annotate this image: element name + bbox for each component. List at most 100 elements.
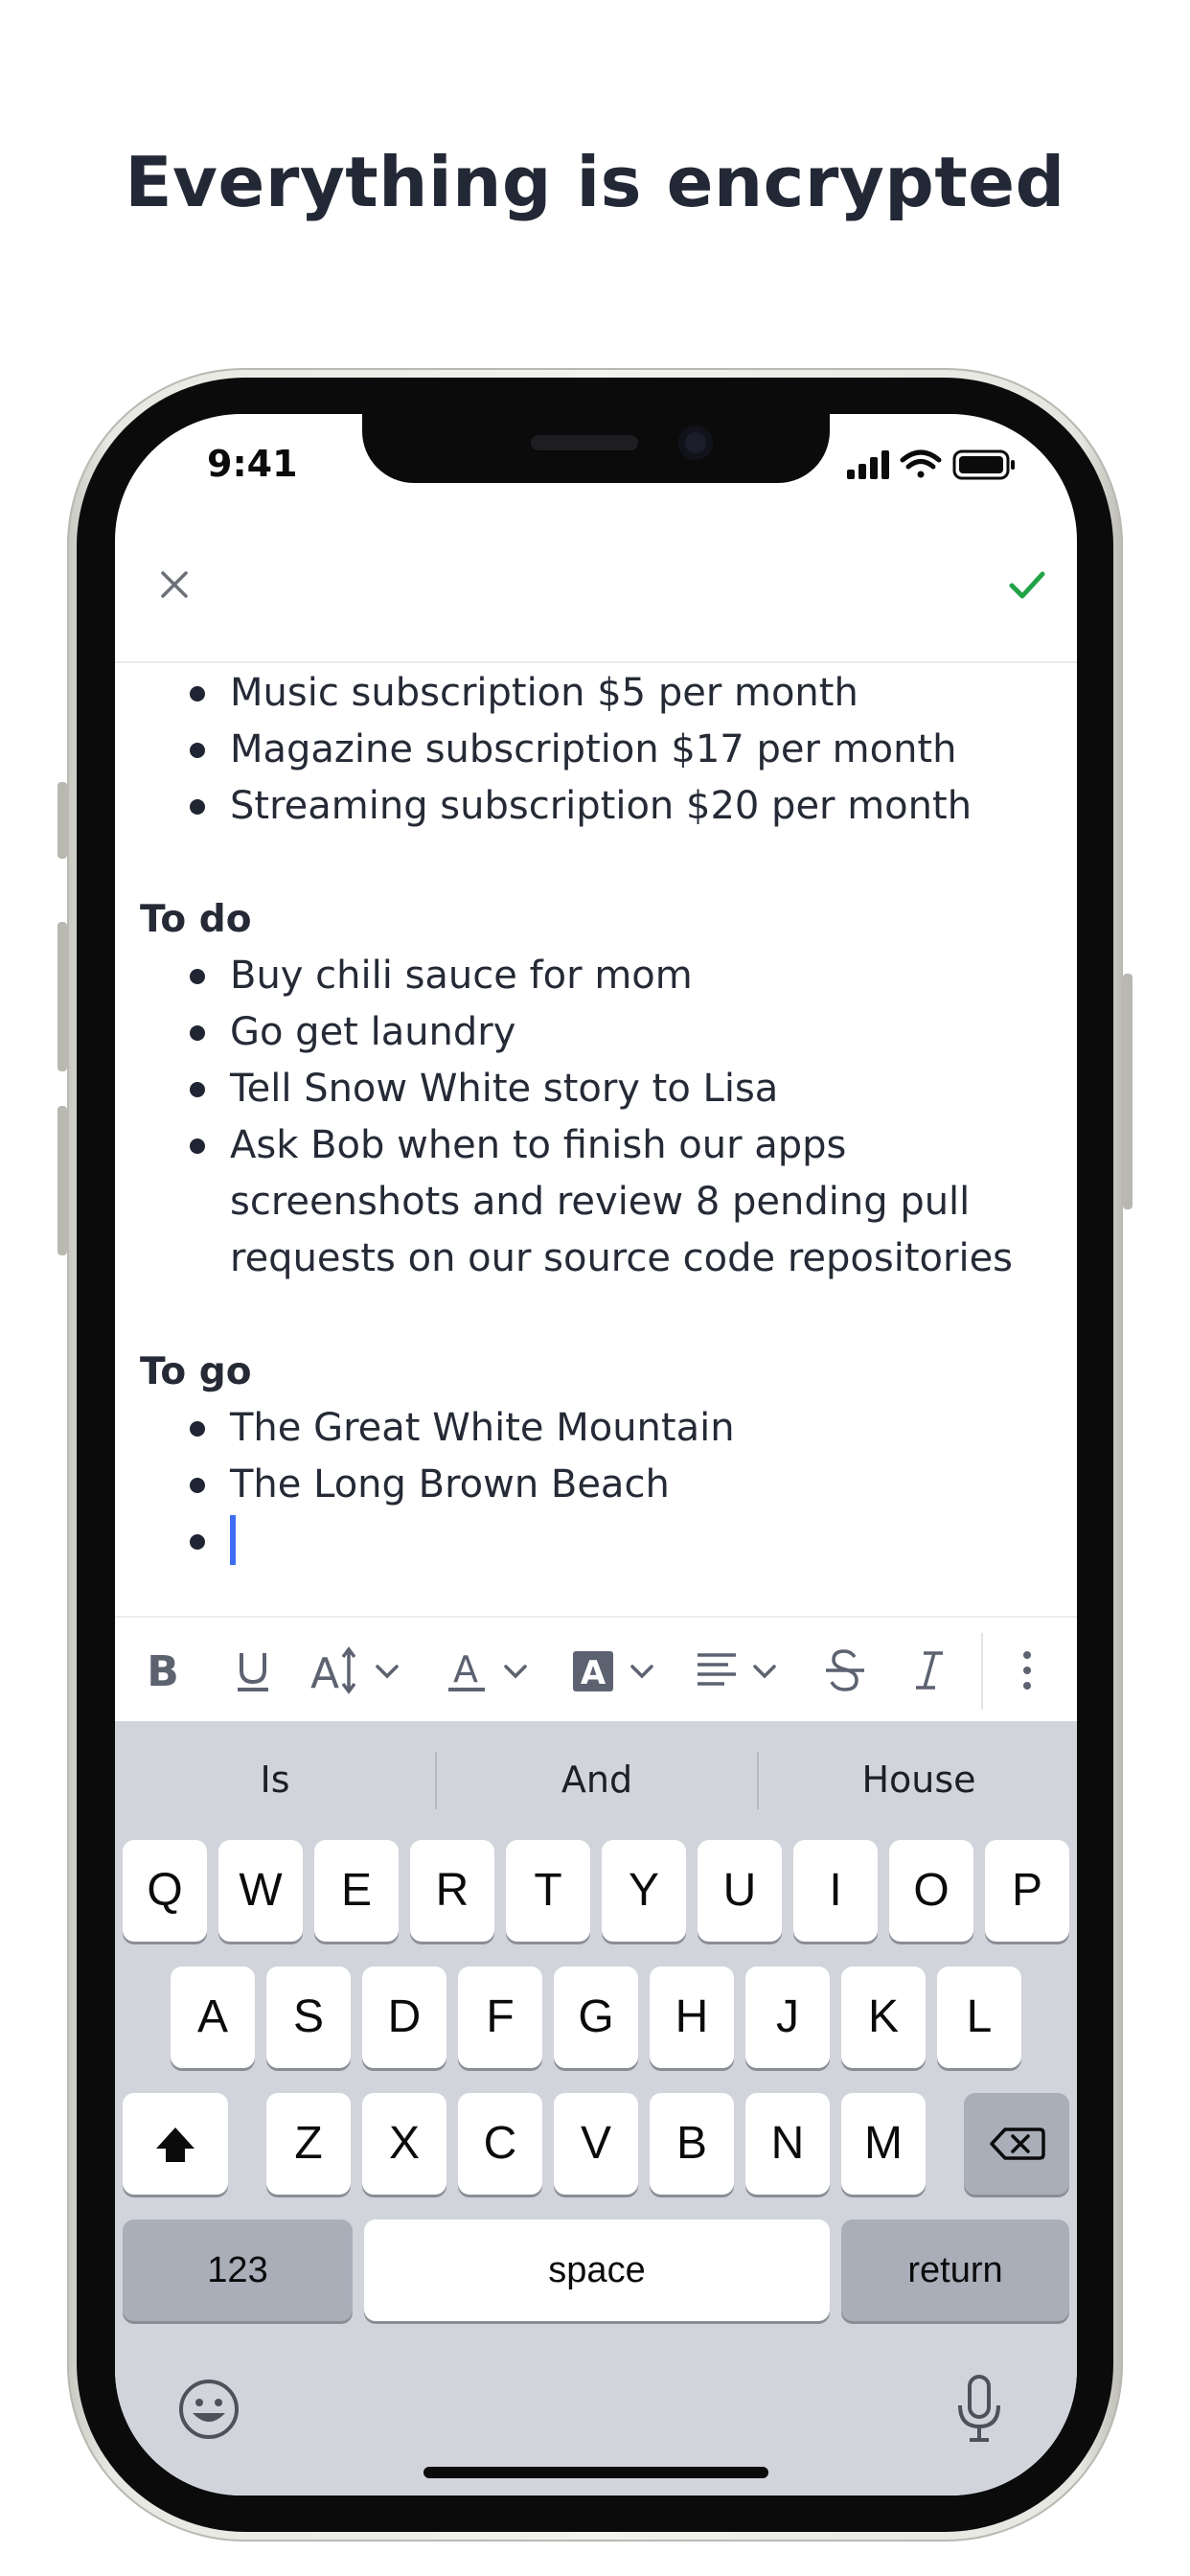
signal-icon: [847, 450, 889, 479]
italic-icon: [916, 1651, 943, 1690]
bold-icon: B: [147, 1647, 179, 1696]
list-item: Tell Snow White story to Lisa: [115, 1061, 1077, 1117]
numbers-key[interactable]: 123: [123, 2220, 353, 2321]
key-w[interactable]: W: [218, 1840, 303, 1942]
list-item: Music subscription $5 per month: [115, 665, 1077, 722]
status-icons: [847, 448, 1018, 480]
more-button[interactable]: [1008, 1618, 1046, 1723]
suggestion-1[interactable]: Is: [115, 1721, 435, 1838]
key-c[interactable]: C: [458, 2093, 542, 2195]
delete-icon: [990, 2128, 1045, 2160]
svg-text:A: A: [581, 1654, 606, 1692]
return-key[interactable]: return: [841, 2220, 1069, 2321]
dictation-button[interactable]: [952, 2373, 1006, 2446]
battery-icon: [952, 449, 1015, 480]
svg-text:B: B: [147, 1647, 179, 1696]
home-indicator[interactable]: [423, 2467, 768, 2478]
bullet: [190, 1025, 205, 1041]
key-p[interactable]: P: [985, 1840, 1069, 1942]
strikethrough-icon: [826, 1649, 864, 1691]
key-d[interactable]: D: [362, 1966, 446, 2068]
bullet: [190, 1478, 205, 1493]
formatting-toolbar: B A A A: [115, 1616, 1077, 1723]
text-size-button[interactable]: A: [307, 1618, 408, 1723]
key-f[interactable]: F: [458, 1966, 542, 2068]
microphone-icon: [958, 2375, 1000, 2442]
key-e[interactable]: E: [314, 1840, 399, 1942]
key-v[interactable]: V: [554, 2093, 638, 2195]
align-button[interactable]: [690, 1618, 786, 1723]
silent-switch: [57, 782, 67, 859]
list-item: Buy chili sauce for mom: [115, 948, 1077, 1004]
volume-up-button: [57, 922, 67, 1071]
svg-text:A: A: [453, 1648, 478, 1690]
strikethrough-button[interactable]: [818, 1618, 872, 1723]
list-item: Magazine subscription $17 per month: [115, 722, 1077, 778]
svg-text:A: A: [310, 1649, 339, 1697]
section-heading: To do: [140, 898, 252, 941]
key-o[interactable]: O: [889, 1840, 973, 1942]
bullet: [190, 1082, 205, 1097]
list-item: Ask Bob when to finish our apps screensh…: [115, 1117, 1077, 1287]
underline-button[interactable]: [226, 1618, 280, 1723]
note-content[interactable]: Music subscription $5 per month Magazine…: [115, 665, 1077, 1623]
key-l[interactable]: L: [937, 1966, 1021, 2068]
key-x[interactable]: X: [362, 2093, 446, 2195]
close-icon: [161, 571, 188, 598]
highlight-button[interactable]: A: [567, 1618, 663, 1723]
key-n[interactable]: N: [745, 2093, 830, 2195]
headline: Everything is encrypted: [125, 142, 1065, 222]
save-button[interactable]: [1004, 562, 1050, 608]
key-y[interactable]: Y: [602, 1840, 686, 1942]
bullet: [190, 1138, 205, 1154]
speaker: [531, 435, 638, 450]
key-g[interactable]: G: [554, 1966, 638, 2068]
key-t[interactable]: T: [506, 1840, 590, 1942]
key-m[interactable]: M: [841, 2093, 926, 2195]
key-s[interactable]: S: [266, 1966, 351, 2068]
checkmark-icon: [1009, 571, 1045, 599]
emoji-button[interactable]: [176, 2377, 241, 2442]
bullet: [190, 969, 205, 984]
key-r[interactable]: R: [410, 1840, 494, 1942]
shift-key[interactable]: [123, 2093, 228, 2195]
text-caret: [230, 1515, 236, 1565]
space-key[interactable]: space: [364, 2220, 830, 2321]
delete-key[interactable]: [964, 2093, 1069, 2195]
list-item: The Long Brown Beach: [115, 1457, 1077, 1513]
bullet: [190, 686, 205, 702]
suggestion-3[interactable]: House: [759, 1721, 1077, 1838]
toolbar-divider: [981, 1633, 983, 1710]
key-h[interactable]: H: [650, 1966, 734, 2068]
key-j[interactable]: J: [745, 1966, 830, 2068]
power-button: [1123, 974, 1133, 1209]
status-time: 9:41: [207, 443, 298, 485]
key-a[interactable]: A: [171, 1966, 255, 2068]
volume-down-button: [57, 1106, 67, 1255]
italic-button[interactable]: [903, 1618, 956, 1723]
key-k[interactable]: K: [841, 1966, 926, 2068]
key-u[interactable]: U: [698, 1840, 782, 1942]
close-button[interactable]: [151, 562, 197, 608]
wifi-icon: [900, 449, 942, 478]
bullet: [190, 1534, 205, 1550]
keyboard: Is And House Q W E R T Y U I O P A S D F…: [115, 1721, 1077, 2496]
text-size-icon: A: [310, 1646, 399, 1697]
bullet: [190, 1421, 205, 1437]
notch: [362, 414, 830, 483]
text-color-button[interactable]: A: [441, 1618, 537, 1723]
underline-icon: [238, 1653, 268, 1691]
todo-list: Buy chili sauce for mom Go get laundry T…: [115, 948, 1077, 1287]
suggestion-2[interactable]: And: [437, 1721, 757, 1838]
highlight-icon: A: [573, 1651, 653, 1692]
bold-button[interactable]: B: [136, 1618, 190, 1723]
bullet: [190, 799, 205, 815]
key-b[interactable]: B: [650, 2093, 734, 2195]
key-q[interactable]: Q: [123, 1840, 207, 1942]
section-heading: To go: [140, 1350, 252, 1393]
phone-screen: 9:41 Music subscription $5 per month Mag…: [115, 414, 1077, 2496]
key-z[interactable]: Z: [266, 2093, 351, 2195]
more-icon: [1023, 1651, 1031, 1690]
list-item-empty[interactable]: [115, 1513, 1077, 1570]
key-i[interactable]: I: [793, 1840, 878, 1942]
